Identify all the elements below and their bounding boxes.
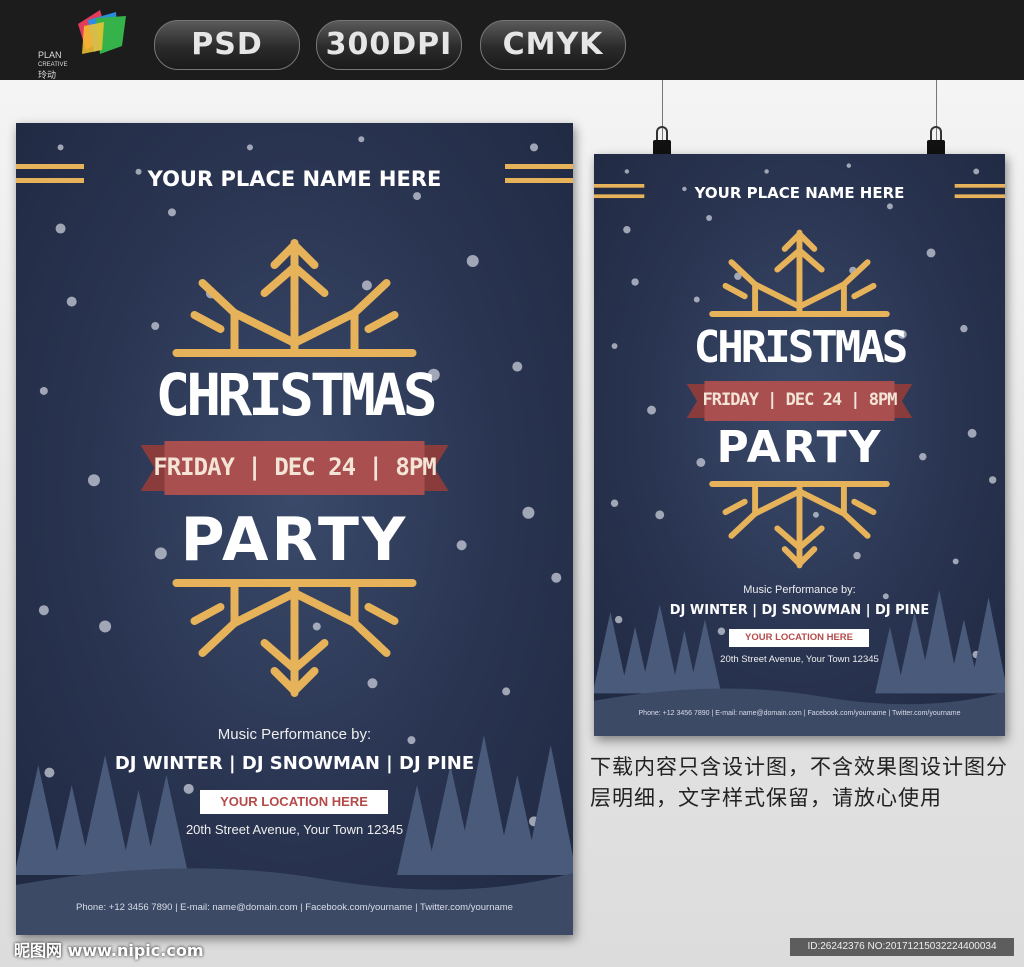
snow-dot xyxy=(99,620,112,633)
place-name: YOUR PLACE NAME HERE xyxy=(694,184,905,202)
snow-dot xyxy=(952,558,959,565)
snowflake-stroke xyxy=(722,282,748,300)
snow-dot xyxy=(717,627,726,635)
snow-dot xyxy=(988,476,997,484)
snow-dot xyxy=(655,510,665,520)
snow-dot xyxy=(466,255,479,268)
contact-footer: Phone: +12 3456 7890 | E-mail: name@doma… xyxy=(76,902,513,913)
snowflake-stroke xyxy=(350,619,391,657)
contact-footer: Phone: +12 3456 7890 | E-mail: name@doma… xyxy=(638,710,961,717)
snowflake-stroke xyxy=(840,259,871,288)
snowflake-stroke xyxy=(722,498,748,516)
snow-dot xyxy=(358,136,365,143)
event-date-ribbon: FRIDAY | DEC 24 | 8PM xyxy=(702,390,898,410)
poster-title: CHRISTMAS xyxy=(693,322,908,373)
place-name: YOUR PLACE NAME HERE xyxy=(147,167,442,191)
poster-subtitle: PARTY xyxy=(180,505,409,575)
snowflake-stroke xyxy=(198,279,239,317)
watermark-site: 昵图网 www.nipic.com xyxy=(14,941,204,960)
snow-dot xyxy=(361,280,372,291)
location-button: YOUR LOCATION HERE xyxy=(200,790,388,814)
location-button: YOUR LOCATION HERE xyxy=(729,629,869,647)
download-description: 下载内容只含设计图，不含效果图设计图分层明细，文字样式保留，请放心使用 xyxy=(590,755,1008,810)
psd-badge: PSD xyxy=(154,20,300,70)
snow-dot xyxy=(55,223,66,234)
snowflake-icon xyxy=(172,579,417,697)
watermark-id: ID:26242376 NO:20171215032224400034 xyxy=(790,938,1014,956)
snow-dot xyxy=(413,192,422,201)
snowflake-stroke xyxy=(364,311,399,333)
top-toolbar: PLAN CREATIVE 玲动 PSD 300DPI CMYK xyxy=(0,0,1024,80)
dj-lineup: DJ WINTER | DJ SNOWMAN | DJ PINE xyxy=(669,603,930,618)
snow-dot xyxy=(57,144,64,151)
snow-dot xyxy=(66,296,77,307)
snow-dot xyxy=(312,622,321,631)
dpi-badge: 300DPI xyxy=(316,20,462,70)
poster-small: YOUR PLACE NAME HERE CHRISTMAS FRIDAY | … xyxy=(594,154,1005,736)
poster-subtitle: PARTY xyxy=(716,422,883,473)
snow-dot xyxy=(973,168,980,175)
poster-large: YOUR PLACE NAME HERE CHRISTMAS FRIDAY | … xyxy=(16,123,573,935)
snowflake-icon xyxy=(709,481,890,569)
snow-dot xyxy=(610,499,619,507)
cmyk-badge: CMYK xyxy=(480,20,626,70)
snow-dot xyxy=(706,215,713,221)
address-text: 20th Street Avenue, Your Town 12345 xyxy=(185,822,404,837)
snow-dot xyxy=(886,203,893,210)
snow-dot xyxy=(812,511,819,518)
snow-dot xyxy=(853,551,861,560)
snow-dot xyxy=(246,144,253,151)
snowflake-stroke xyxy=(728,510,759,539)
snowflake-stroke xyxy=(190,311,225,333)
poster-title: CHRISTMAS xyxy=(155,361,437,429)
snowflake-stroke xyxy=(840,510,871,539)
snow-dot xyxy=(502,687,511,696)
snow-dot xyxy=(367,678,378,689)
snowflake-stroke xyxy=(364,603,399,625)
snow-dot xyxy=(38,605,49,616)
brand-logo-text: PLAN CREATIVE 玲动 xyxy=(38,50,68,80)
snow-dot xyxy=(693,296,700,303)
music-label: Music Performance by: xyxy=(743,584,856,596)
snowflake-stroke xyxy=(198,619,239,657)
snow-dot xyxy=(167,208,176,217)
snowflake-stroke xyxy=(851,282,877,300)
snow-dot xyxy=(530,143,539,152)
dj-lineup: DJ WINTER | DJ SNOWMAN | DJ PINE xyxy=(114,753,475,774)
snow-dot xyxy=(926,248,936,258)
snow-dot xyxy=(846,163,852,168)
snowflake-stroke xyxy=(190,603,225,625)
snow-dot xyxy=(764,169,769,174)
snow-dot xyxy=(623,225,631,234)
snowflake-stroke xyxy=(728,259,759,288)
pine-tree-icon xyxy=(16,765,63,875)
music-label: Music Performance by: xyxy=(217,726,372,743)
snow-dot xyxy=(631,278,639,286)
snow-dot xyxy=(624,169,630,174)
address-text: 20th Street Avenue, Your Town 12345 xyxy=(720,654,879,665)
snow-dot xyxy=(151,322,160,330)
event-date-ribbon: FRIDAY | DEC 24 | 8PM xyxy=(153,453,436,481)
snowflake-stroke xyxy=(851,498,877,516)
snow-dot xyxy=(183,783,194,794)
